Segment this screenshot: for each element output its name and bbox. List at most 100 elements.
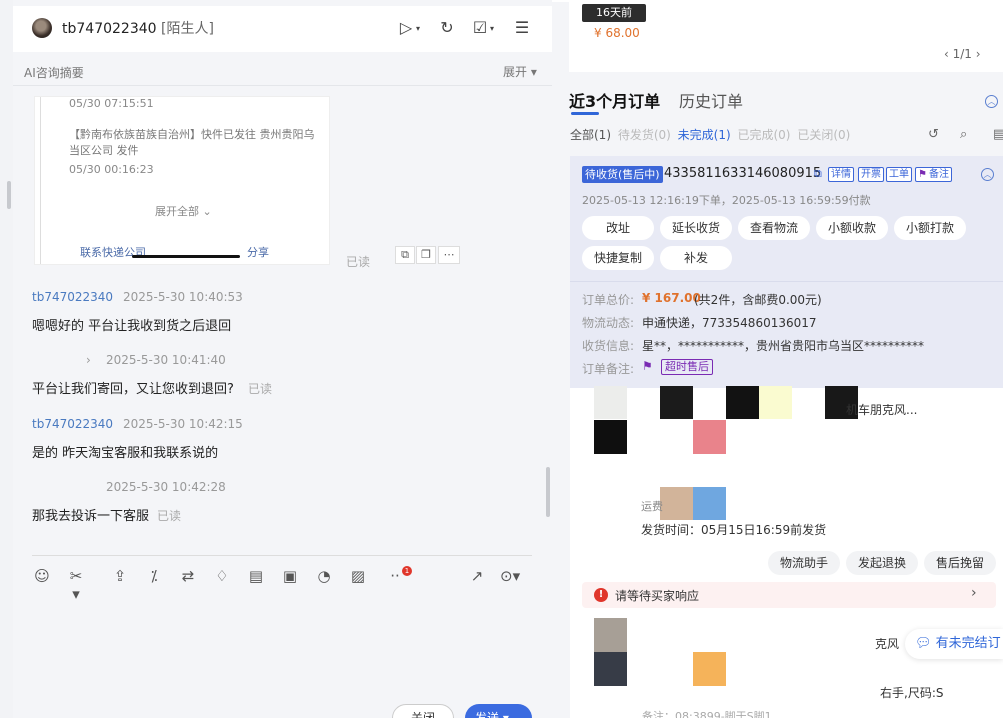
invoice-icon[interactable]: ▤ <box>246 567 266 585</box>
flag-icon: ⚑ <box>918 169 927 180</box>
active-tab-indicator <box>571 112 599 115</box>
msg-time: 2025-5-30 10:42:28 <box>106 480 226 494</box>
username: tb747022340 <box>62 21 157 37</box>
msg-text: 嗯嗯好的 平台让我收到货之后退回 <box>32 319 232 334</box>
expand-toggle[interactable]: 展开 ▾ <box>503 63 537 80</box>
extend-receipt-button[interactable]: 延长收货 <box>660 216 732 240</box>
remark-label: 订单备注: <box>582 362 635 376</box>
copy-icon[interactable]: ⧉ <box>814 167 822 181</box>
msg-sender[interactable]: tb747022340 <box>32 290 113 304</box>
change-address-button[interactable]: 改址 <box>582 216 654 240</box>
left-scroll-handle[interactable] <box>7 181 11 209</box>
order-number: 4335811633146080915 <box>664 166 822 181</box>
redaction-bar <box>132 255 240 258</box>
product-image <box>693 652 726 686</box>
remark-tag[interactable]: ⚑ 备注 <box>915 167 952 182</box>
upload-icon[interactable]: ⇪ <box>110 567 130 585</box>
pager[interactable]: ‹ 1/1 › <box>944 47 981 61</box>
filter-unfinished[interactable]: 未完成(1) <box>678 128 731 142</box>
collapse-icon[interactable]: ︿ <box>985 95 998 108</box>
expand-all-link[interactable]: 展开全部 ⌄ <box>155 203 212 219</box>
tab-recent-orders[interactable]: 近3个月订单 <box>569 88 660 112</box>
initiate-return-button[interactable]: 发起退换 <box>846 551 918 575</box>
logistics-value[interactable]: 申通快递，773354860136017 <box>642 314 817 331</box>
refresh-icon[interactable]: ↻ <box>437 18 457 38</box>
ai-summary-bar[interactable]: AI咨询摘要 展开 ▾ <box>13 58 552 86</box>
filter-all[interactable]: 全部(1) <box>570 128 611 142</box>
logistics-time-1: 05/30 07:15:51 <box>69 97 154 110</box>
card-icon[interactable]: ▣ <box>280 567 300 585</box>
close-button[interactable]: 关闭 <box>392 704 454 718</box>
logistics-time-2: 05/30 00:16:23 <box>69 163 154 176</box>
address-value[interactable]: 星**，***********，贵州省贵阳市乌当区********** <box>642 337 924 354</box>
logistics-card: 05/30 07:15:51 【黔南布依族苗族自治州】快件已发往 贵州贵阳乌当区… <box>34 96 330 265</box>
ai-summary-label: AI咨询摘要 <box>24 66 84 80</box>
filter-completed[interactable]: 已完成(0) <box>737 128 790 142</box>
msg-text: 是的 昨天淘宝客服和我联系说的 <box>32 446 219 461</box>
search-icon[interactable]: ⌕ <box>960 127 967 142</box>
product-title[interactable]: 机车朋克风... <box>846 401 917 418</box>
ticket-tag[interactable]: 工单 <box>886 167 912 182</box>
chevron-right-icon: › <box>971 585 977 601</box>
msg-time: 2025-5-30 10:41:40 <box>106 353 226 367</box>
quote-icon[interactable]: ❐ <box>416 246 436 264</box>
small-pay-button[interactable]: 小额打款 <box>894 216 966 240</box>
chat-scroll-handle[interactable] <box>546 467 550 517</box>
recall-icon[interactable]: ◔ <box>314 567 334 585</box>
unfinished-orders-button[interactable]: 💬︎ 有未完结订 <box>905 629 1003 659</box>
wait-response-banner[interactable]: ! 请等待买家响应 › <box>582 582 996 608</box>
send-button[interactable]: 发送 ▾ <box>465 704 532 718</box>
input-divider <box>32 555 532 556</box>
undo-icon[interactable]: ↺ <box>928 127 939 142</box>
profile-card-icon[interactable]: ▨ <box>348 567 368 585</box>
emoji-icon[interactable]: ☺ <box>32 567 52 585</box>
view-logistics-button[interactable]: 查看物流 <box>738 216 810 240</box>
product-title[interactable]: 克风 <box>875 635 899 652</box>
menu-icon[interactable]: ☰ <box>512 18 532 38</box>
share-icon[interactable]: ↗ <box>467 567 487 585</box>
read-status: 已读 <box>346 255 371 269</box>
coupon-icon[interactable]: ♢ <box>212 567 232 585</box>
product-image <box>660 487 693 520</box>
retention-button[interactable]: 售后挽留 <box>924 551 996 575</box>
order-filters: 全部(1) 待发货(0) 未完成(1) 已完成(0) 已关闭(0) <box>570 126 853 143</box>
share-link[interactable]: 分享 <box>247 244 269 260</box>
product-image <box>594 652 627 686</box>
msg-sender[interactable]: tb747022340 <box>32 417 113 431</box>
read-status: 已读 <box>157 509 182 523</box>
product-image <box>594 420 627 454</box>
reissue-button[interactable]: 补发 <box>660 246 732 270</box>
list-icon[interactable]: ▤ <box>993 127 1003 142</box>
wait-response-text: 请等待买家响应 <box>615 589 700 603</box>
more-icon[interactable]: ⋯ <box>438 246 460 264</box>
small-collect-button[interactable]: 小额收款 <box>816 216 888 240</box>
logistics-assistant-button[interactable]: 物流助手 <box>768 551 840 575</box>
product-image <box>660 386 693 419</box>
product-image <box>594 618 627 652</box>
order-status-badge: 待收货(售后中) <box>582 166 663 183</box>
chat-settings-icon[interactable]: ⊙▾ <box>500 567 520 585</box>
exchange-icon[interactable]: ⇄ <box>178 567 198 585</box>
product-price: ¥ 68.00 <box>594 26 640 40</box>
ship-time: 发货时间：05月15日16:59前发货 <box>641 523 827 537</box>
task-check-icon[interactable]: ☑ ▾ <box>470 18 494 38</box>
detail-tag[interactable]: 详情 <box>828 167 854 182</box>
invoice-tag[interactable]: 开票 <box>858 167 884 182</box>
address-label: 收货信息: <box>582 339 635 353</box>
product-image <box>759 386 792 419</box>
tab-history-orders[interactable]: 历史订单 <box>679 88 743 112</box>
chevron-right-icon: › <box>86 353 91 367</box>
video-icon[interactable]: ▷ ▾ <box>396 18 420 38</box>
percent-icon[interactable]: ⁒ <box>144 567 164 585</box>
logistics-label: 物流动态: <box>582 316 635 330</box>
avatar[interactable] <box>32 18 52 38</box>
remark-tag-label: 备注 <box>929 169 949 180</box>
collapse-order-icon[interactable]: ︿ <box>981 168 994 181</box>
msg-time: 2025-5-30 10:42:15 <box>123 417 243 431</box>
quick-copy-button[interactable]: 快捷复制 <box>582 246 654 270</box>
filter-pending[interactable]: 待发货(0) <box>618 128 671 142</box>
filter-closed[interactable]: 已关闭(0) <box>797 128 850 142</box>
contact-name: tb747022340 [陌生人] <box>62 18 214 38</box>
scissors-icon[interactable]: ✂▾ <box>66 567 86 603</box>
copy-icon[interactable]: ⧉ <box>395 246 415 264</box>
